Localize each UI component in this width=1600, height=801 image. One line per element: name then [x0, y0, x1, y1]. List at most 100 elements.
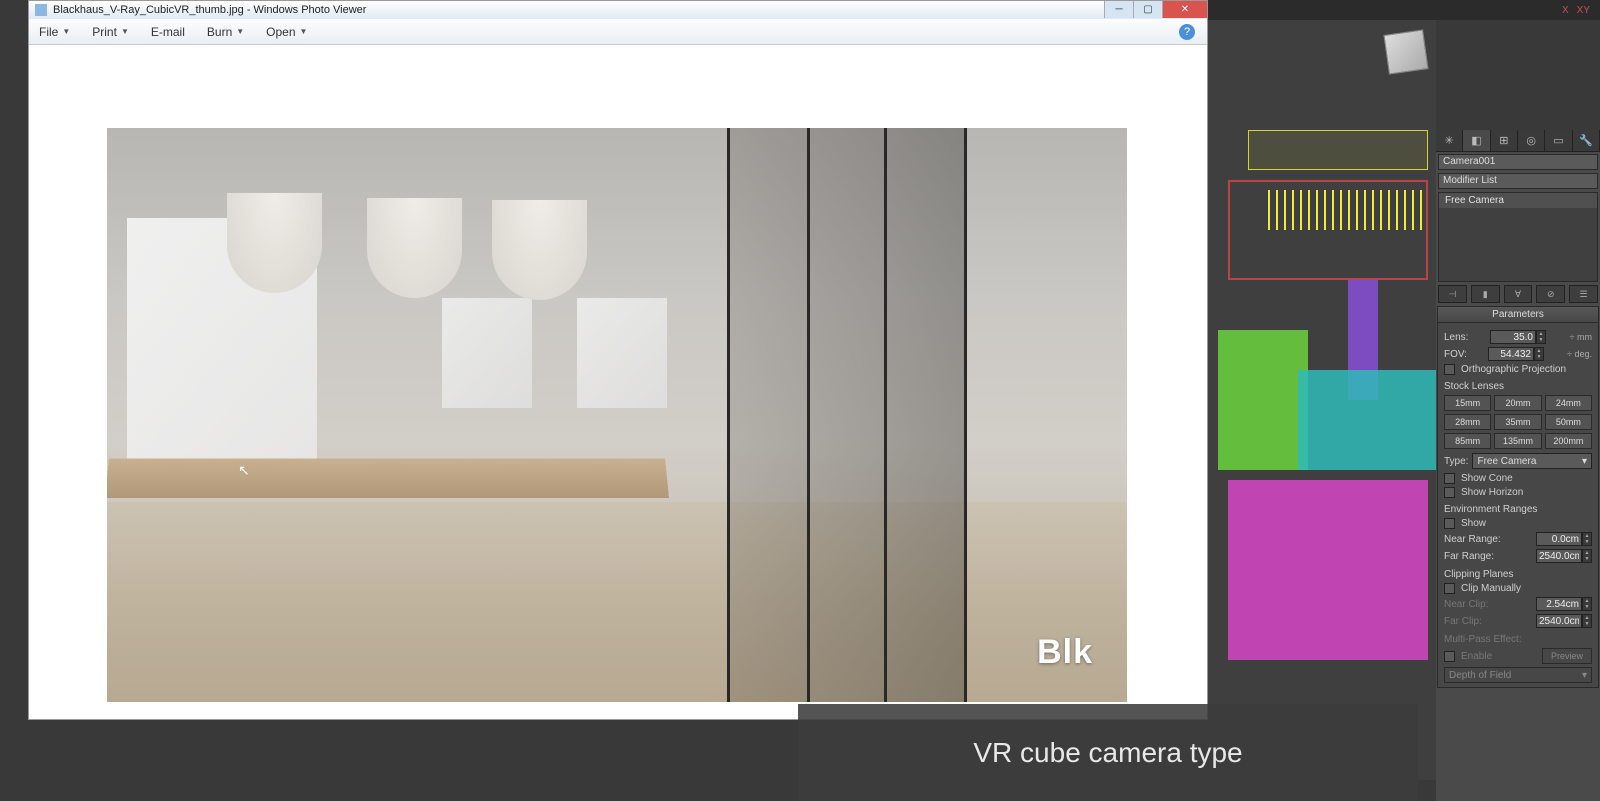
video-caption-overlay: VR cube camera type: [798, 704, 1418, 801]
rendered-interior-image: Blk: [107, 128, 1127, 702]
create-tab[interactable]: ✳: [1436, 130, 1463, 151]
camera-type-dropdown[interactable]: Free Camera▾: [1472, 453, 1592, 469]
motion-tab[interactable]: ◎: [1518, 130, 1545, 151]
command-panel: ✳ ◧ ⊞ ◎ ▭ 🔧 Camera001 Modifier List Free…: [1436, 130, 1600, 801]
fov-input[interactable]: [1488, 347, 1534, 361]
lens-35mm-button[interactable]: 35mm: [1494, 414, 1541, 430]
far-range-input[interactable]: [1536, 549, 1582, 563]
display-tab[interactable]: ▭: [1545, 130, 1572, 151]
enable-multipass-checkbox[interactable]: [1444, 651, 1455, 662]
lens-28mm-button[interactable]: 28mm: [1444, 414, 1491, 430]
email-menu[interactable]: E-mail: [151, 25, 185, 39]
print-menu[interactable]: Print▼: [92, 25, 129, 39]
lens-135mm-button[interactable]: 135mm: [1494, 433, 1541, 449]
stock-lenses-label: Stock Lenses: [1444, 381, 1592, 392]
show-end-result-button[interactable]: ▮: [1471, 285, 1500, 303]
rollout-header-parameters[interactable]: Parameters: [1438, 307, 1598, 323]
pin-stack-button[interactable]: ⊣: [1438, 285, 1467, 303]
spinner-arrows[interactable]: ▲▼: [1582, 532, 1592, 546]
object-name-field[interactable]: Camera001: [1438, 154, 1598, 170]
wireframe-object: [1228, 480, 1428, 660]
wireframe-scene: [1208, 130, 1436, 780]
hierarchy-tab[interactable]: ⊞: [1491, 130, 1518, 151]
photo-viewer-canvas[interactable]: Blk: [29, 45, 1207, 719]
chevron-down-icon: ▾: [1582, 670, 1587, 681]
show-horizon-checkbox[interactable]: [1444, 487, 1455, 498]
spinner-arrows[interactable]: ▲▼: [1536, 330, 1546, 344]
stock-lenses-grid: 15mm 20mm 24mm 28mm 35mm 50mm 85mm 135mm…: [1444, 395, 1592, 449]
spinner-arrows: ▲▼: [1582, 597, 1592, 611]
lens-spinner[interactable]: ▲▼: [1490, 330, 1546, 344]
watermark-text: Blk: [1037, 633, 1093, 672]
clip-manually-checkbox[interactable]: [1444, 583, 1455, 594]
wireframe-object: [1298, 370, 1436, 470]
max-perspective-viewport[interactable]: [1208, 20, 1436, 780]
lens-85mm-button[interactable]: 85mm: [1444, 433, 1491, 449]
show-cone-label: Show Cone: [1461, 473, 1513, 484]
near-clip-label: Near Clip:: [1444, 599, 1488, 610]
orthographic-checkbox[interactable]: [1444, 364, 1455, 375]
modifier-list-dropdown[interactable]: Modifier List: [1438, 173, 1598, 189]
spinner-arrows: ▲▼: [1582, 614, 1592, 628]
document-icon: [35, 4, 47, 16]
enable-label: Enable: [1461, 651, 1492, 662]
open-menu[interactable]: Open▼: [266, 25, 307, 39]
burn-menu[interactable]: Burn▼: [207, 25, 244, 39]
chevron-down-icon: ▼: [121, 27, 129, 36]
stack-item-free-camera[interactable]: Free Camera: [1439, 193, 1597, 208]
lens-15mm-button[interactable]: 15mm: [1444, 395, 1491, 411]
show-cone-checkbox[interactable]: [1444, 473, 1455, 484]
file-menu[interactable]: File▼: [39, 25, 70, 39]
max-topbar: X XY: [1208, 0, 1600, 20]
help-button[interactable]: ?: [1179, 24, 1195, 40]
gizmo-x-icon[interactable]: X: [1562, 5, 1569, 16]
configure-sets-button[interactable]: ☰: [1569, 285, 1598, 303]
lens-label: Lens:: [1444, 332, 1468, 343]
chevron-down-icon: ▼: [236, 27, 244, 36]
parameters-rollout: Parameters Lens: ▲▼ ÷ mm FOV: ▲▼ ÷ deg.: [1437, 306, 1599, 688]
lens-200mm-button[interactable]: 200mm: [1545, 433, 1592, 449]
multipass-type-dropdown[interactable]: Depth of Field▾: [1444, 667, 1592, 683]
modifier-stack[interactable]: Free Camera: [1438, 192, 1598, 282]
command-panel-tabs: ✳ ◧ ⊞ ◎ ▭ 🔧: [1436, 130, 1600, 152]
env-show-checkbox[interactable]: [1444, 518, 1455, 529]
near-range-input[interactable]: [1536, 532, 1582, 546]
spinner-arrows[interactable]: ▲▼: [1534, 347, 1544, 361]
lens-20mm-button[interactable]: 20mm: [1494, 395, 1541, 411]
chevron-down-icon: ▼: [62, 27, 70, 36]
lens-unit: ÷ mm: [1570, 332, 1592, 342]
multipass-label: Multi-Pass Effect:: [1444, 634, 1592, 645]
far-clip-input: [1536, 614, 1582, 628]
fov-spinner[interactable]: ▲▼: [1488, 347, 1544, 361]
minimize-button[interactable]: ─: [1104, 1, 1133, 18]
spinner-arrows[interactable]: ▲▼: [1582, 549, 1592, 563]
near-clip-input: [1536, 597, 1582, 611]
clip-manually-label: Clip Manually: [1461, 583, 1521, 594]
modify-tab[interactable]: ◧: [1463, 130, 1490, 151]
far-range-spinner[interactable]: ▲▼: [1536, 549, 1592, 563]
chevron-down-icon: ▾: [1582, 456, 1587, 467]
wireframe-object: [1228, 180, 1428, 280]
lens-24mm-button[interactable]: 24mm: [1545, 395, 1592, 411]
near-range-spinner[interactable]: ▲▼: [1536, 532, 1592, 546]
lens-input[interactable]: [1490, 330, 1536, 344]
remove-modifier-button[interactable]: ⊘: [1536, 285, 1565, 303]
photo-viewer-titlebar[interactable]: Blackhaus_V-Ray_CubicVR_thumb.jpg - Wind…: [29, 1, 1207, 19]
lens-50mm-button[interactable]: 50mm: [1545, 414, 1592, 430]
orthographic-label: Orthographic Projection: [1461, 364, 1566, 375]
maximize-button[interactable]: ▢: [1133, 1, 1162, 18]
gizmo-xy-icon[interactable]: XY: [1577, 5, 1590, 16]
stack-toolbar: ⊣ ▮ ∀ ⊘ ☰: [1438, 285, 1598, 303]
env-show-label: Show: [1461, 518, 1486, 529]
photo-viewer-menubar: File▼ Print▼ E-mail Burn▼ Open▼ ?: [29, 19, 1207, 45]
env-ranges-label: Environment Ranges: [1444, 504, 1592, 515]
near-clip-spinner: ▲▼: [1536, 597, 1592, 611]
far-clip-spinner: ▲▼: [1536, 614, 1592, 628]
viewcube[interactable]: [1383, 29, 1428, 74]
utilities-tab[interactable]: 🔧: [1573, 130, 1600, 151]
clipping-planes-label: Clipping Planes: [1444, 569, 1592, 580]
make-unique-button[interactable]: ∀: [1504, 285, 1533, 303]
close-button[interactable]: ✕: [1162, 1, 1207, 18]
show-horizon-label: Show Horizon: [1461, 487, 1523, 498]
wireframe-object: [1248, 130, 1428, 170]
